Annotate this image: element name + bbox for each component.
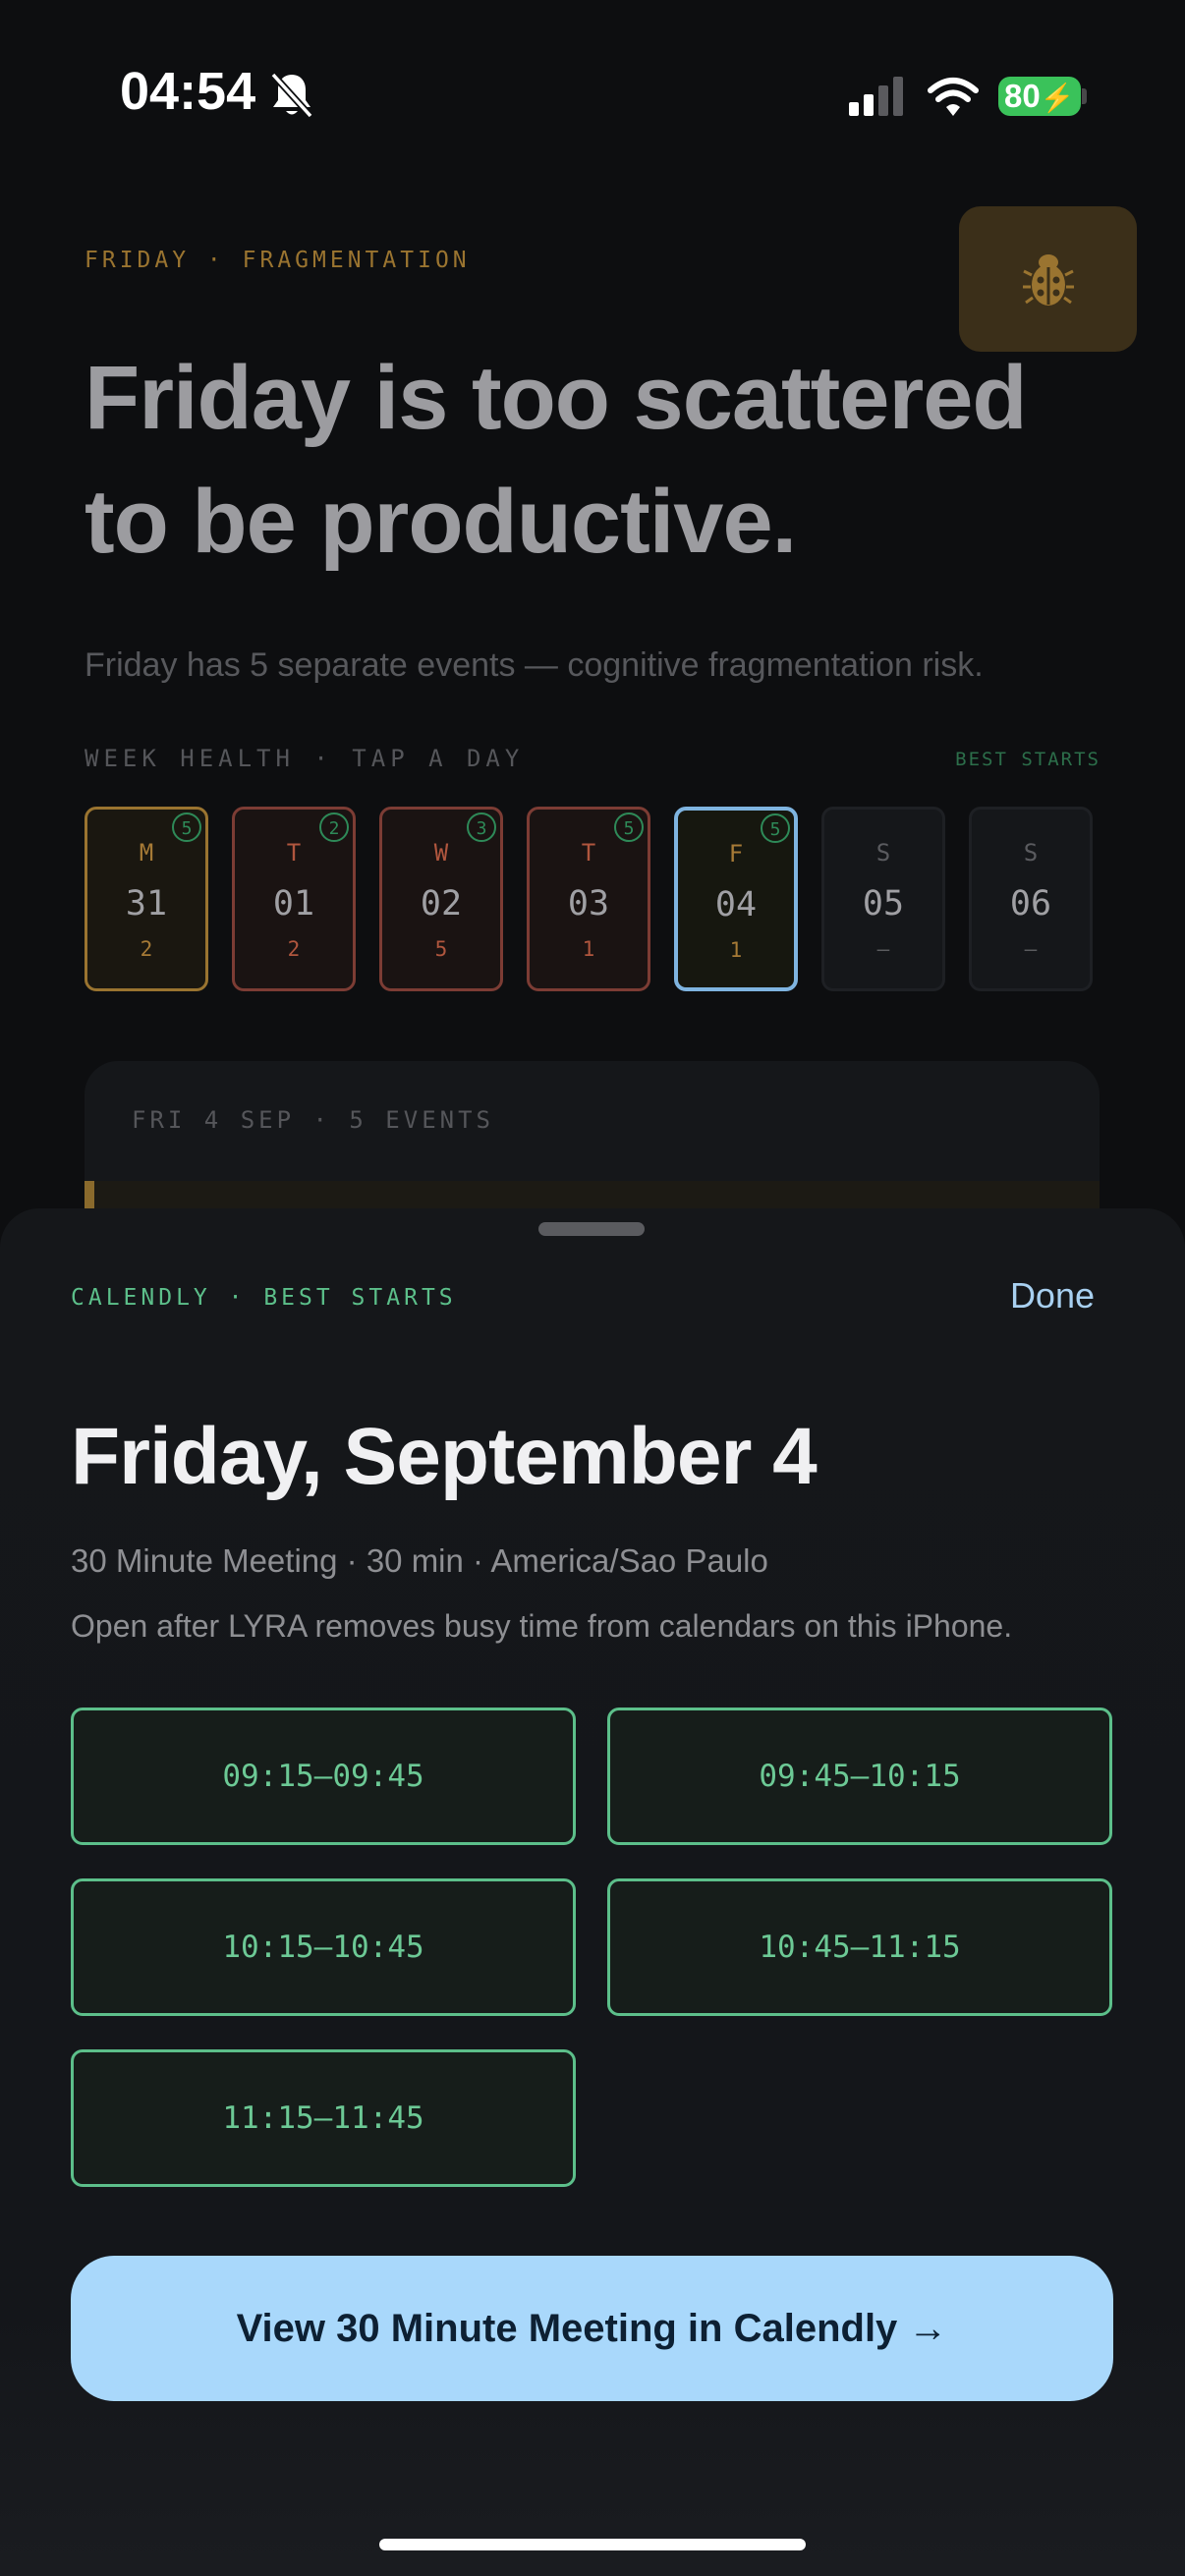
week-health-label: WEEK HEALTH · TAP A DAY [85,745,525,772]
time-slot-button[interactable]: 11:15–11:45 [71,2049,576,2187]
day-event-count: — [876,937,890,961]
day-event-count: 1 [582,937,595,961]
day-date: 05 [862,884,905,924]
day-tile[interactable]: W 02 5 3 [379,807,503,991]
day-letter: S [875,839,891,867]
day-score-badge: 5 [761,813,790,843]
day-tile[interactable]: S 06 — [969,807,1093,991]
overline: FRIDAY · FRAGMENTATION [85,248,471,273]
cellular-signal-icon [849,77,903,116]
day-tile[interactable]: F 04 1 5 [674,807,798,991]
battery-level: 80 [1004,78,1041,114]
day-date: 04 [714,885,758,924]
day-detail-label: FRI 4 SEP · 5 EVENTS [132,1106,494,1134]
day-date: 31 [125,884,168,924]
day-score-badge: 5 [172,812,201,842]
day-score-badge: 3 [467,812,496,842]
status-time: 04:54 [120,62,256,121]
day-letter: F [728,840,744,868]
day-letter: S [1023,839,1039,867]
day-tile[interactable]: T 01 2 2 [232,807,356,991]
day-tile[interactable]: M 31 2 5 [85,807,208,991]
time-slot-button[interactable]: 09:45–10:15 [607,1708,1112,1845]
day-letter: W [433,839,449,867]
day-letter: T [286,839,302,867]
time-slot-button[interactable]: 10:45–11:15 [607,1878,1112,2016]
done-button[interactable]: Done [1010,1275,1095,1316]
sheet-label: CALENDLY · BEST STARTS [71,1285,457,1311]
day-event-count: — [1024,937,1038,961]
time-slot-button[interactable]: 10:15–10:45 [71,1878,576,2016]
battery-charging-icon: 80⚡ [998,77,1081,116]
day-event-count: 2 [140,937,153,961]
view-in-calendly-button[interactable]: View 30 Minute Meeting in Calendly → [71,2256,1113,2401]
day-event-count: 5 [434,937,448,961]
sheet-grabber[interactable] [538,1222,645,1236]
bug-report-button[interactable] [959,206,1137,352]
subtext: Friday has 5 separate events — cognitive… [85,646,984,684]
best-starts-link[interactable]: BEST STARTS [955,749,1100,770]
day-tile[interactable]: T 03 1 5 [527,807,650,991]
sheet-title: Friday, September 4 [71,1412,818,1501]
bug-icon [1023,254,1074,306]
day-date: 03 [567,884,610,924]
availability-note: Open after LYRA removes busy time from c… [71,1608,1013,1644]
wifi-icon [928,78,979,116]
headline: Friday is too scattered to be productive… [85,348,1028,572]
time-slot-button[interactable]: 09:15–09:45 [71,1708,576,1845]
home-indicator [379,2539,806,2550]
day-date: 06 [1009,884,1052,924]
day-letter: T [581,839,596,867]
day-date: 01 [272,884,315,924]
day-tile[interactable]: S 05 — [821,807,945,991]
day-date: 02 [420,884,463,924]
day-score-badge: 2 [319,812,349,842]
battery-tip [1082,88,1087,104]
day-event-count: 2 [287,937,301,961]
day-event-count: 1 [729,938,743,962]
bell-slash-icon [270,72,313,119]
day-letter: M [139,839,154,867]
day-score-badge: 5 [614,812,644,842]
meeting-meta: 30 Minute Meeting · 30 min · America/Sao… [71,1542,768,1579]
